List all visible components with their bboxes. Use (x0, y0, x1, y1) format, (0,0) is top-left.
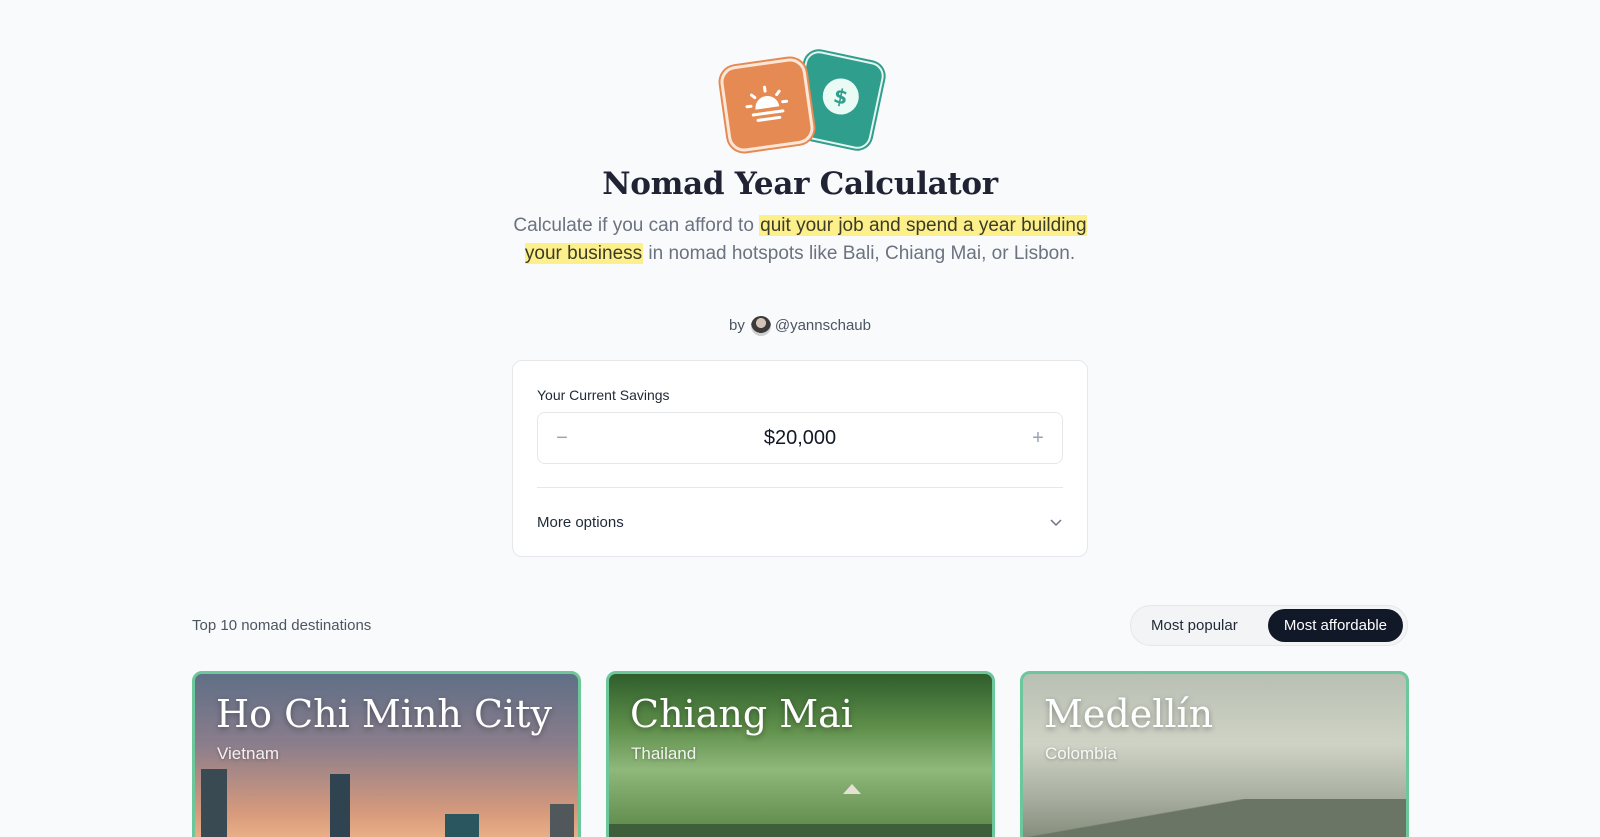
skyline-image (330, 774, 350, 837)
savings-label: Your Current Savings (537, 387, 670, 403)
destination-card-chiang-mai[interactable]: Chiang Mai Thailand (606, 671, 995, 837)
page-title: Nomad Year Calculator (602, 166, 998, 202)
sort-toggle: Most popular Most affordable (1130, 605, 1408, 646)
park-image (609, 824, 992, 837)
destination-country: Thailand (631, 744, 697, 763)
more-options-label: More options (537, 513, 624, 531)
destination-country: Vietnam (217, 744, 280, 763)
sunset-icon (745, 85, 789, 122)
byline: by @yannschaub (0, 316, 1600, 336)
subtitle-text: Calculate if you can afford to (513, 215, 760, 236)
more-options-toggle[interactable]: More options (537, 502, 1063, 542)
destination-country: Colombia (1045, 744, 1117, 763)
by-label: by (729, 316, 745, 334)
page-subtitle: Calculate if you can afford to quit your… (500, 212, 1100, 268)
mountain-image (1023, 799, 1406, 837)
savings-stepper: − $20,000 + (537, 412, 1063, 464)
avatar (750, 316, 771, 336)
sort-most-affordable[interactable]: Most affordable (1267, 609, 1403, 642)
destinations-label: Top 10 nomad destinations (192, 617, 372, 634)
pavilion-image (843, 784, 861, 794)
chevron-down-icon (1050, 519, 1062, 527)
author-link[interactable]: @yannschaub (775, 317, 871, 334)
sort-most-popular[interactable]: Most popular (1135, 609, 1254, 642)
destination-name: Medellín (1044, 692, 1214, 736)
savings-panel: Your Current Savings − $20,000 + More op… (512, 360, 1088, 557)
destination-name: Chiang Mai (630, 692, 853, 736)
subtitle-text-end: in nomad hotspots like Bali, Chiang Mai,… (643, 243, 1076, 264)
destination-card-medellin[interactable]: Medellín Colombia (1020, 671, 1409, 837)
savings-input[interactable]: $20,000 (586, 413, 1014, 463)
skyline-image (550, 804, 574, 837)
dollar-coin-icon: $ (819, 75, 863, 118)
destination-card-ho-chi-minh-city[interactable]: Ho Chi Minh City Vietnam (192, 671, 581, 837)
skyline-image (201, 769, 227, 837)
plus-icon[interactable]: + (1014, 413, 1062, 463)
minus-icon[interactable]: − (538, 413, 586, 463)
sun-card (718, 56, 816, 154)
skyline-image (445, 814, 479, 837)
destination-name: Ho Chi Minh City (216, 692, 552, 736)
app-logo: $ (718, 48, 887, 154)
divider (537, 487, 1063, 488)
